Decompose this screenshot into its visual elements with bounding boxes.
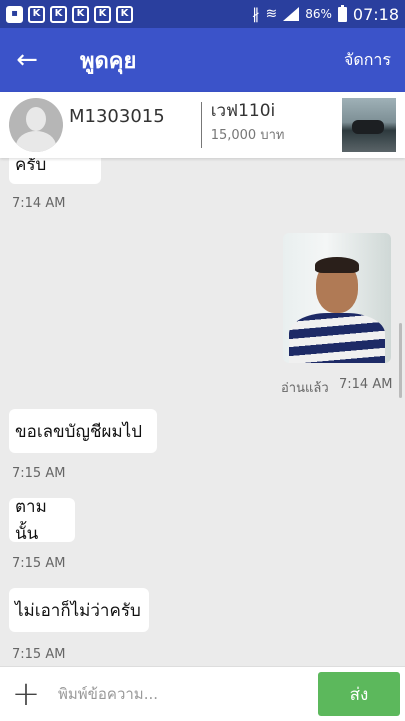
message-composer: + ส่ง (0, 666, 405, 721)
clock: 07:18 (352, 4, 399, 24)
avatar-shoulders (16, 131, 56, 152)
manage-button[interactable]: จัดการ (344, 48, 391, 73)
notification-icons: ▪ K K K K K (6, 5, 133, 23)
seller-id: M1303015 (69, 105, 165, 127)
item-name: เวฟ110i (210, 101, 276, 121)
message-bubble: ตามนั้น (9, 497, 75, 544)
bluetooth-icon: ∦ (251, 5, 260, 23)
photo-shirt (289, 313, 385, 363)
page-title: พูดคุย (80, 48, 137, 74)
message-text: ตามใจครับ (15, 158, 47, 175)
battery-percent: 86% (305, 7, 332, 21)
message-text: ขอเลขบัญชีผมไป (15, 421, 143, 442)
avatar-head (26, 107, 46, 131)
message-bubble: ไม่เอาก็ไม่ว่าครับ (9, 588, 149, 632)
k-icon: K (50, 5, 67, 23)
item-thumbnail[interactable] (342, 98, 396, 152)
signal-icon (283, 7, 300, 21)
message-text: ไม่เอาก็ไม่ว่าครับ (15, 600, 141, 621)
message-time: 7:15 AM (12, 556, 66, 571)
avatar[interactable] (9, 98, 63, 152)
message-text: ตามนั้น (15, 497, 47, 544)
message-input[interactable] (56, 673, 310, 715)
app-bar: ← พูดคุย จัดการ (0, 28, 405, 92)
message-bubble: ตามใจครับ (9, 158, 101, 184)
chat-area[interactable]: ตามใจครับ 7:14 AM อ่านแล้ว 7:14 AM ขอเลข… (0, 158, 405, 666)
message-time: 7:14 AM (339, 377, 393, 392)
battery-icon (337, 4, 347, 22)
system-status: ∦ ≋ 86% 07:18 (251, 4, 399, 24)
photo-hair (315, 257, 359, 273)
message-bubble: ขอเลขบัญชีผมไป (9, 409, 157, 453)
message-time: 7:15 AM (12, 466, 66, 481)
divider (200, 102, 202, 148)
read-status: อ่านแล้ว (281, 381, 329, 396)
listing-header[interactable]: M1303015 เวฟ110i 15,000 บาท (0, 92, 405, 158)
k-icon: K (28, 5, 45, 23)
k-icon: K (116, 5, 133, 23)
k-icon: K (94, 5, 111, 23)
item-price: 15,000 บาท (210, 128, 285, 143)
message-time: 7:14 AM (12, 196, 66, 211)
item-info: เวฟ110i 15,000 บาท (211, 97, 285, 145)
message-time: 7:15 AM (12, 647, 66, 662)
add-attachment-icon[interactable]: + (0, 667, 52, 721)
status-bar: ▪ K K K K K ∦ ≋ 86% 07:18 (0, 0, 405, 28)
scrollbar[interactable] (399, 323, 402, 398)
wifi-icon: ≋ (265, 6, 278, 22)
back-arrow-icon[interactable]: ← (0, 28, 54, 92)
sent-photo[interactable] (283, 233, 391, 363)
k-icon: K (72, 5, 89, 23)
image-icon: ▪ (6, 5, 23, 23)
send-button[interactable]: ส่ง (318, 672, 400, 716)
